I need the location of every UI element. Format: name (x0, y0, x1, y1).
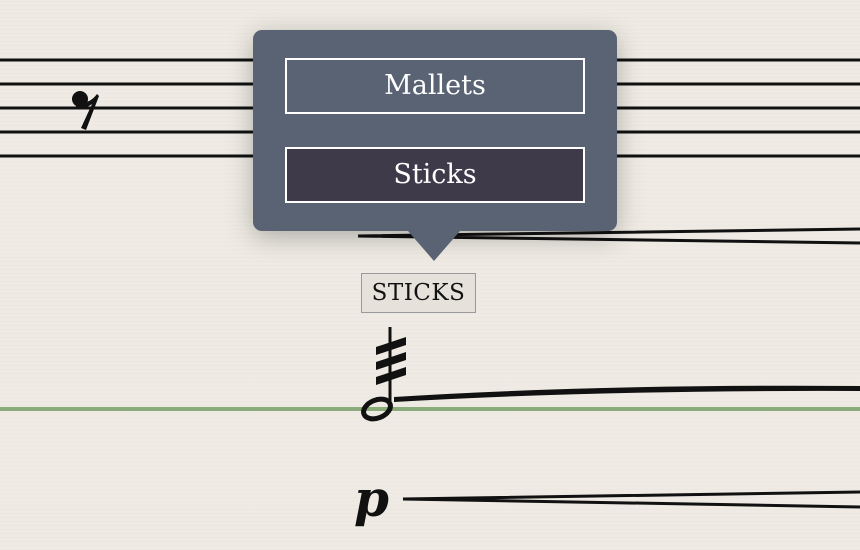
dynamic-marking: p (354, 469, 389, 528)
technique-label[interactable]: STICKS (361, 273, 476, 313)
technique-popover: Mallets Sticks (253, 30, 617, 261)
eighth-rest-icon (72, 91, 99, 130)
mallets-option-button[interactable]: Mallets (285, 58, 585, 114)
tie-note (394, 385, 860, 402)
crescendo-hairpin (402, 490, 860, 509)
sticks-option-button[interactable]: Sticks (285, 147, 585, 203)
popover-arrow (408, 231, 460, 261)
